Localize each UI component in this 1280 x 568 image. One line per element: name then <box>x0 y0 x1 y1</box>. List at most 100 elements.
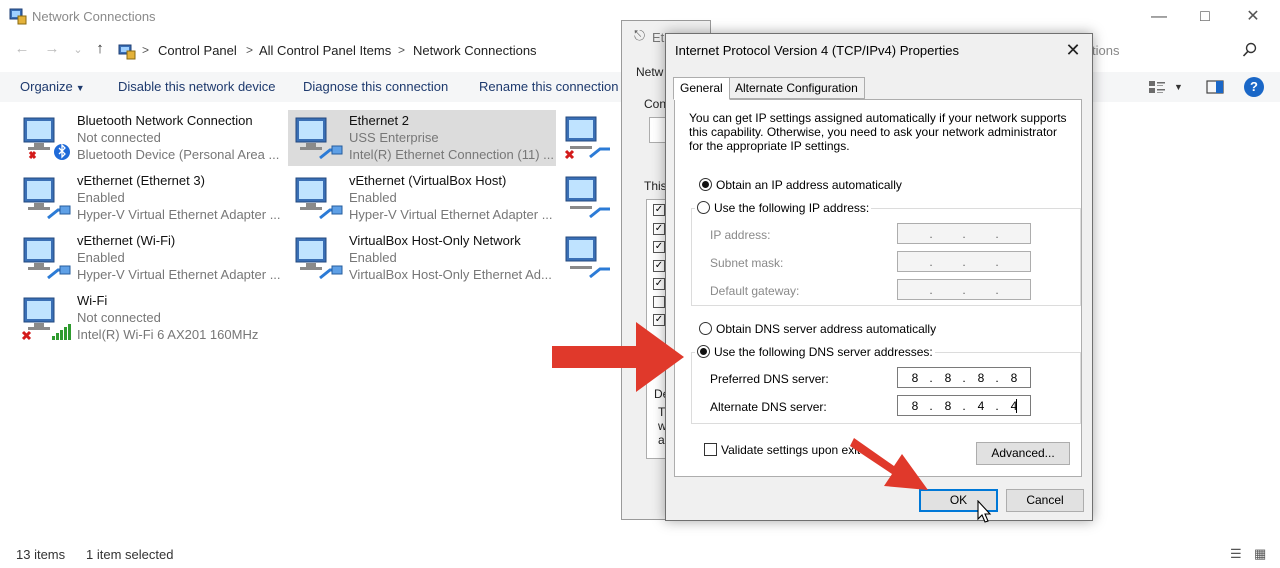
use-following-dns-label: Use the following DNS server addresses: <box>714 345 933 359</box>
use-following-ip-radio[interactable]: Use the following IP address: <box>695 201 872 215</box>
forward-arrow-icon[interactable]: → <box>42 40 62 57</box>
disable-device-button[interactable]: Disable this network device <box>118 79 276 94</box>
dialog-title: Internet Protocol Version 4 (TCP/IPv4) P… <box>675 43 959 58</box>
component-checkbox[interactable]: ✓ <box>653 241 665 253</box>
address-box[interactable]: > Control Panel > All Control Panel Item… <box>114 38 634 64</box>
adapter-vethernet-wifi[interactable]: vEthernet (Wi-Fi) Enabled Hyper-V Virtua… <box>16 230 284 286</box>
network-adapter-icon <box>23 177 71 220</box>
search-input[interactable]: tions <box>1090 38 1266 64</box>
adapter-properties-icon: ⎋ <box>634 27 646 43</box>
dns-octet: 8 <box>911 371 919 385</box>
up-arrow-icon[interactable]: ↑ <box>90 40 110 57</box>
adapter-vethernet-virtualbox-host[interactable]: vEthernet (VirtualBox Host) Enabled Hype… <box>288 170 556 226</box>
ip-address-field[interactable]: ... <box>897 223 1031 244</box>
dns-octet: 4 <box>977 399 985 413</box>
cancel-button[interactable]: Cancel <box>1006 489 1084 512</box>
wifi-adapter-icon <box>21 297 71 341</box>
item-count: 13 items <box>16 547 66 562</box>
text-cursor <box>1016 399 1017 413</box>
network-connections-icon <box>9 8 27 25</box>
close-window-button[interactable]: ✕ <box>1230 4 1276 30</box>
dialog-description: You can get IP settings assigned automat… <box>689 111 1067 153</box>
network-adapter-icon <box>295 177 343 220</box>
breadcrumb-all-items[interactable]: All Control Panel Items <box>259 43 391 58</box>
breadcrumb-control-panel[interactable]: Control Panel <box>158 43 237 58</box>
details-view-icon[interactable]: ☰ <box>1230 546 1242 562</box>
breadcrumb-network-connections[interactable]: Network Connections <box>413 43 537 58</box>
diagnose-connection-button[interactable]: Diagnose this connection <box>303 79 448 94</box>
advanced-button[interactable]: Advanced... <box>976 442 1070 465</box>
status-bar: 13 items 1 item selected ☰ ▦ <box>0 544 1280 566</box>
close-icon[interactable]: ✕ <box>1062 40 1084 61</box>
change-view-icon[interactable] <box>1148 77 1166 97</box>
alternate-dns-field[interactable]: 8 . 8 . 4 . 4 <box>897 395 1031 416</box>
description-text: a <box>658 433 665 447</box>
adapter-status: USS Enterprise <box>349 130 439 145</box>
component-checkbox[interactable] <box>653 296 665 308</box>
adapter-device: Intel(R) Wi-Fi 6 AX201 160MHz <box>77 327 259 342</box>
radio-unselected <box>697 201 710 214</box>
obtain-dns-auto-label: Obtain DNS server address automatically <box>716 322 937 336</box>
adapter-device: Hyper-V Virtual Ethernet Adapter ... <box>77 207 281 222</box>
view-options-dropdown-icon[interactable]: ▼ <box>1174 82 1183 92</box>
adapter-device: Intel(R) Ethernet Connection (11) ... <box>349 147 554 162</box>
adapter-name: vEthernet (Wi-Fi) <box>77 233 176 248</box>
organize-button[interactable]: Organize ▼ <box>20 79 85 94</box>
adapter-name: VirtualBox Host-Only Network <box>349 233 521 248</box>
ip-address-label: IP address: <box>710 228 771 242</box>
adapter-virtualbox-host-only[interactable]: VirtualBox Host-Only Network Enabled Vir… <box>288 230 556 286</box>
adapter-ethernet-2[interactable]: Ethernet 2 USS Enterprise Intel(R) Ether… <box>288 110 556 166</box>
adapter-name: vEthernet (Ethernet 3) <box>77 173 205 188</box>
obtain-ip-auto-radio[interactable]: Obtain an IP address automatically <box>699 178 902 192</box>
network-adapter-icon[interactable] <box>562 173 614 221</box>
ip-address-group: IP address: ... Subnet mask: ... Default… <box>691 208 1081 306</box>
network-adapter-icon <box>295 237 343 280</box>
dns-group: Preferred DNS server: 8 . 8 . 8 . 8 Alte… <box>691 352 1081 424</box>
network-adapter-icon <box>23 237 71 280</box>
chevron-down-icon: ▼ <box>75 83 85 93</box>
adapter-device: Hyper-V Virtual Ethernet Adapter ... <box>77 267 281 282</box>
large-icons-view-icon[interactable]: ▦ <box>1254 546 1266 562</box>
red-arrow-icon <box>850 438 928 490</box>
default-gateway-label: Default gateway: <box>710 284 800 298</box>
component-checkbox[interactable]: ✓ <box>653 204 665 216</box>
networking-tab[interactable]: Netw <box>636 65 663 79</box>
alternate-dns-label: Alternate DNS server: <box>710 400 827 414</box>
search-placeholder: tions <box>1092 43 1120 58</box>
organize-label: Organize <box>20 79 73 94</box>
help-icon[interactable]: ? <box>1244 77 1264 97</box>
network-adapter-icon <box>295 117 343 160</box>
adapter-name: Ethernet 2 <box>349 113 409 128</box>
breadcrumb-separator: > <box>398 43 406 57</box>
use-following-dns-radio[interactable]: Use the following DNS server addresses: <box>695 345 935 359</box>
back-arrow-icon[interactable]: ← <box>12 40 32 57</box>
this-connection-label: This <box>644 179 667 193</box>
tab-alternate-configuration[interactable]: Alternate Configuration <box>728 77 865 99</box>
adapter-vethernet-ethernet-3[interactable]: vEthernet (Ethernet 3) Enabled Hyper-V V… <box>16 170 284 226</box>
subnet-mask-field[interactable]: ... <box>897 251 1031 272</box>
adapter-device: Bluetooth Device (Personal Area ... <box>77 147 280 162</box>
default-gateway-field[interactable]: ... <box>897 279 1031 300</box>
validate-settings-label: Validate settings upon exit <box>721 443 861 457</box>
component-checkbox[interactable]: ✓ <box>653 278 665 290</box>
minimize-button[interactable]: — <box>1136 4 1182 30</box>
adapter-status: Enabled <box>77 190 125 205</box>
recent-dropdown-icon[interactable]: ⌄ <box>68 43 88 56</box>
adapter-bluetooth[interactable]: Bluetooth Network Connection Not connect… <box>16 110 284 166</box>
network-adapter-icon[interactable] <box>562 113 614 161</box>
maximize-button[interactable]: □ <box>1182 4 1228 30</box>
tab-general[interactable]: General <box>673 77 730 100</box>
dns-octet: 8 <box>944 371 952 385</box>
breadcrumb-separator: > <box>246 43 254 57</box>
preview-pane-icon[interactable] <box>1206 77 1224 97</box>
obtain-dns-auto-radio[interactable]: Obtain DNS server address automatically <box>699 322 936 336</box>
adapter-name: vEthernet (VirtualBox Host) <box>349 173 507 188</box>
adapter-wifi[interactable]: Wi-Fi Not connected Intel(R) Wi-Fi 6 AX2… <box>16 290 284 346</box>
network-adapter-icon[interactable] <box>562 233 614 281</box>
obtain-ip-auto-label: Obtain an IP address automatically <box>716 178 902 192</box>
component-checkbox[interactable]: ✓ <box>653 260 665 272</box>
rename-connection-button[interactable]: Rename this connection <box>479 79 618 94</box>
validate-settings-checkbox[interactable]: Validate settings upon exit <box>704 443 860 457</box>
component-checkbox[interactable]: ✓ <box>653 223 665 235</box>
preferred-dns-field[interactable]: 8 . 8 . 8 . 8 <box>897 367 1031 388</box>
